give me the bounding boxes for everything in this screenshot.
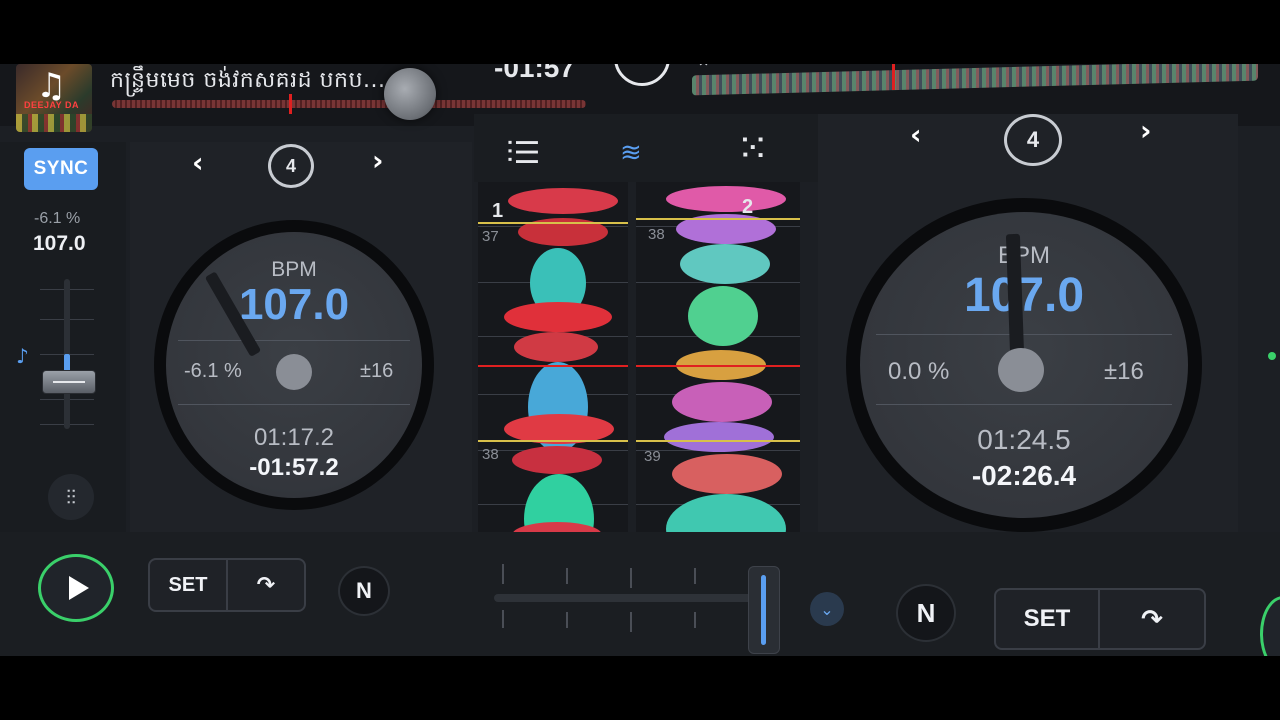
waveform-icon[interactable]: ≋ (620, 138, 642, 168)
divider (876, 334, 1172, 335)
deck-b-bpm-value: 107.0 (963, 269, 1085, 322)
track-title[interactable]: កន្ទ្រឹមមេច ចង់វកសគរដ បក​ប... (110, 66, 385, 98)
deck-a-loop-icon[interactable]: 4 (268, 144, 314, 188)
crossfader-tick (694, 568, 696, 584)
cue-jump-icon[interactable]: ↷ (1098, 590, 1204, 648)
deck-b-remaining-time: -02:26.4 (971, 460, 1077, 491)
key-lock-icon[interactable]: ♪ (16, 344, 29, 368)
deck-a-playhead (478, 365, 628, 367)
deck-a-platter[interactable]: BPM 107.0 -6.1 % ±16 01:17.2 -01:57.2 (154, 220, 434, 510)
album-cover[interactable]: ♫ DEEJAY DA (16, 64, 92, 132)
crossfader-tick (502, 564, 504, 584)
deck-a-elapsed-time: 01:17.2 (253, 424, 335, 451)
deck-a-cue-number[interactable]: 1 (492, 200, 503, 223)
deck-a-neural-mix-button[interactable]: N (338, 566, 390, 616)
dj-app: ♫ DEEJAY DA កន្ទ្រឹមមេច ចង់វកសគរដ បក​ប..… (0, 64, 1280, 656)
deck-a-set-button[interactable]: SET (150, 560, 226, 610)
waveform-segment (504, 302, 612, 332)
deck-b-platter[interactable]: BPM 107.0 0.0 % ±16 01:24.5 -02:26.4 (846, 198, 1202, 532)
cue-marker-line (636, 218, 800, 220)
deck-b-pitch-display: 0.0 % (888, 358, 950, 385)
waveform-segment (514, 332, 598, 362)
waveform-segment (688, 286, 758, 346)
deck-a-bpm-label: BPM (271, 258, 317, 281)
cue-marker-line (478, 440, 628, 442)
deck-b-next-button[interactable]: › (1140, 114, 1152, 147)
beat-number: 37 (482, 228, 499, 245)
crossfader-tick (630, 568, 632, 588)
deck-a-remaining-time: -01:57.2 (249, 454, 339, 481)
sync-button[interactable]: SYNC (24, 148, 98, 190)
deck-a-prev-button[interactable]: ‹ (192, 146, 204, 179)
beat-number: 38 (482, 446, 499, 463)
crossfader-tick (566, 568, 568, 584)
pitch-bpm: 107.0 (33, 232, 86, 255)
divider (178, 404, 410, 405)
cover-caption: DEEJAY DA (24, 100, 80, 110)
mixer-icon[interactable]: ⫶☰ (506, 136, 540, 171)
deck-a-platter-center (276, 354, 312, 390)
crossfader-tick (566, 612, 568, 628)
top-time-readout: -01:57 (494, 64, 575, 83)
cue-jump-icon[interactable]: ↷ (226, 560, 304, 610)
deck-a-cue-controls: SET ↷ (148, 558, 306, 612)
deck-b-overview-waveform[interactable] (692, 64, 1258, 96)
deck-a-loop-size: 4 (285, 155, 296, 176)
deck-b-pitch-range: ±16 (1104, 358, 1144, 385)
cue-marker-line (636, 440, 800, 442)
deck-a-bpm-value: 107.0 (238, 280, 350, 329)
deck-b-overview-playhead (892, 64, 895, 90)
waveform-segment (512, 446, 602, 474)
deck-b-loop-icon[interactable]: 4 (1004, 114, 1062, 166)
waveform-segment (666, 186, 786, 212)
pitch-percent: -6.1 % (34, 210, 81, 227)
cover-art-stripe (16, 114, 92, 132)
waveform-segment (664, 422, 774, 452)
deck-a-pitch-display: -6.1 % (184, 360, 242, 382)
chevron-down-icon[interactable]: ⌄ (810, 592, 844, 626)
waveform-segment (680, 244, 770, 284)
waveform-segment (672, 454, 782, 494)
crossfader-tick (630, 612, 632, 632)
deck-b-elapsed-time: 01:24.5 (977, 424, 1071, 455)
divider (178, 340, 410, 341)
deck-a-overview-playhead (289, 94, 292, 114)
deck-a-pitch-range: ±16 (360, 360, 394, 382)
crossfader-tick (694, 612, 696, 628)
beat-number: 38 (648, 226, 665, 243)
crossfader-handle[interactable] (748, 566, 780, 654)
waveform-segment (508, 188, 618, 214)
deck-b-cue-controls: SET ↷ (994, 588, 1206, 650)
deck-b-set-button[interactable]: SET (996, 590, 1098, 648)
deck-b-prev-button[interactable]: ‹ (910, 118, 922, 151)
volume-knob[interactable] (384, 68, 436, 120)
divider (876, 404, 1172, 405)
play-icon (69, 576, 89, 600)
crossfader-track[interactable] (494, 594, 756, 602)
deck-b-platter-center (998, 348, 1044, 392)
waveform-segment (672, 382, 772, 422)
deck-a-overview-waveform[interactable] (112, 100, 586, 108)
deck-b-bpm-label: BPM (997, 242, 1050, 269)
deck-b-neural-mix-button[interactable]: N (896, 584, 956, 642)
grid-icon[interactable]: ⁙ (736, 126, 770, 172)
deck-b-status-dot (1268, 352, 1276, 360)
deck-b-playhead (636, 365, 800, 367)
eq-icon[interactable]: ⫶⫶ (48, 474, 94, 520)
beat-number: 39 (644, 448, 661, 465)
deck-b-cue-number[interactable]: 2 (742, 196, 753, 219)
record-button[interactable] (614, 64, 670, 86)
deck-a-next-button[interactable]: › (372, 144, 384, 177)
deck-a-play-button[interactable] (38, 554, 114, 622)
deck-b-loop-size: 4 (1026, 127, 1040, 152)
pitch-fader-handle[interactable] (42, 370, 96, 394)
crossfader-tick (502, 610, 504, 628)
